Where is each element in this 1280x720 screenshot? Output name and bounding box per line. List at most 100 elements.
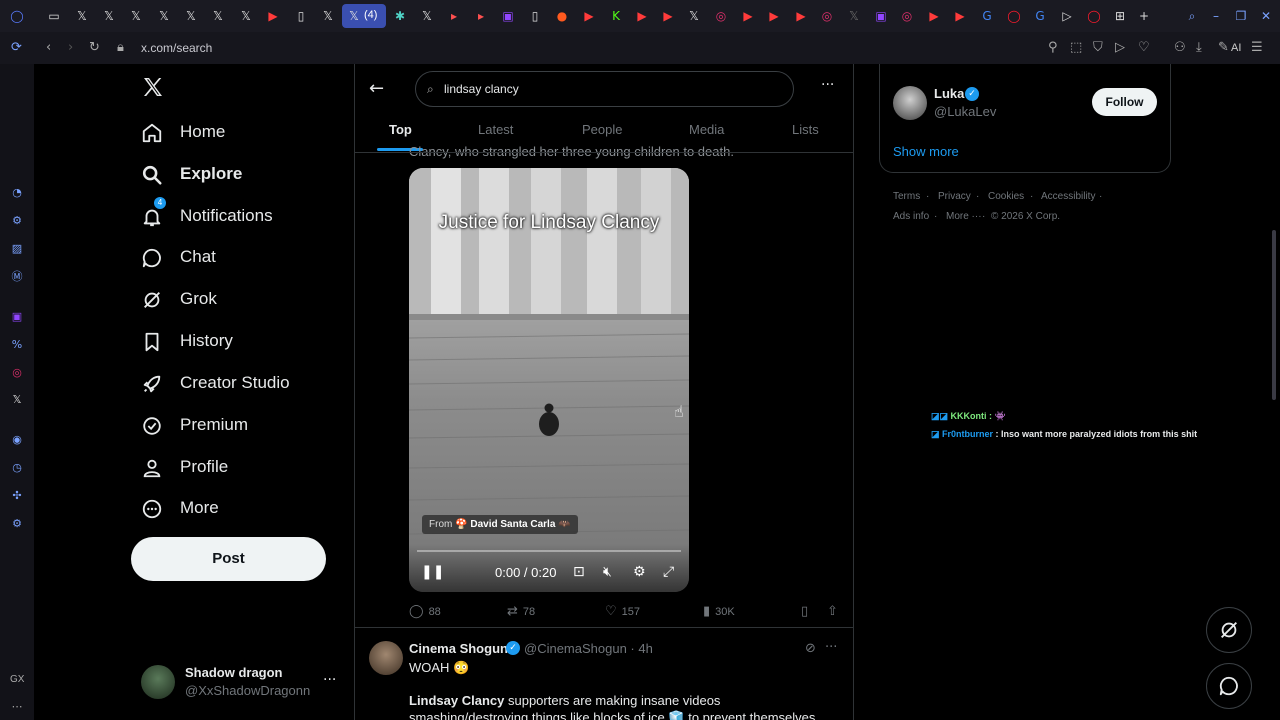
restore-icon[interactable]: ❐ <box>1233 8 1249 24</box>
youtube-tab-icon[interactable]: ▶ <box>634 8 650 24</box>
google-tab-icon[interactable]: G <box>1032 8 1048 24</box>
opera-tab-icon[interactable]: ◯ <box>1006 8 1022 24</box>
nav-more[interactable]: More <box>141 492 219 526</box>
video-source-chip[interactable]: From 🍄 David Santa Carla 🦇 <box>422 515 578 534</box>
twitch-sidebar-icon[interactable]: ▣ <box>10 310 24 324</box>
avatar[interactable] <box>893 86 927 120</box>
grok-fab[interactable] <box>1206 607 1252 653</box>
tab-grid-icon[interactable]: ⊞ <box>1112 8 1128 24</box>
new-tab-icon[interactable]: + <box>1136 8 1152 24</box>
ai-label[interactable]: AI <box>1231 42 1241 54</box>
bookmark-button[interactable]: ▯ <box>801 604 813 619</box>
twitch-tab-icon[interactable]: ▣ <box>500 8 516 24</box>
tab-lists[interactable]: Lists <box>792 122 819 137</box>
instagram-tab-icon[interactable]: ◎ <box>819 8 835 24</box>
forward-icon[interactable]: › <box>68 40 73 55</box>
tab-latest[interactable]: Latest <box>478 122 513 137</box>
settings-sidebar-icon[interactable]: ⚙ <box>10 517 24 531</box>
x-tab-icon[interactable]: 𝕏 <box>101 8 117 24</box>
perplexity-tab-icon[interactable]: ✱ <box>392 8 408 24</box>
player-icon[interactable]: ◉ <box>10 433 24 447</box>
extensions-icon[interactable]: ✣ <box>10 489 24 503</box>
account-more-icon[interactable]: ··· <box>323 672 336 688</box>
opera-menu-icon[interactable]: ◯ <box>9 8 25 24</box>
follow-button[interactable]: Follow <box>1092 88 1157 116</box>
search-input[interactable]: ⌕ lindsay clancy <box>415 71 794 107</box>
messenger-icon[interactable]: Ⓜ <box>10 270 24 284</box>
download-icon[interactable]: ⤓ <box>1196 40 1202 55</box>
reddit-tab-icon[interactable]: ● <box>554 8 570 24</box>
account-switcher[interactable]: Shadow dragon @XxShadowDragonn ··· <box>141 662 341 702</box>
footer-cookies[interactable]: Cookies <box>988 191 1024 202</box>
minimize-icon[interactable]: – <box>1208 8 1224 24</box>
x-sidebar-icon[interactable]: 𝕏 <box>10 393 24 407</box>
x-tab-icon[interactable]: 𝕏 <box>686 8 702 24</box>
nav-home[interactable]: Home <box>141 116 225 150</box>
close-window-icon[interactable]: ✕ <box>1258 8 1274 24</box>
send-icon[interactable]: ▷ <box>1115 40 1125 55</box>
tweet-video[interactable]: Justice for Lindsay Clancy From 🍄 David … <box>409 168 689 592</box>
youtube-tab-icon[interactable]: ▶ <box>926 8 942 24</box>
grok-icon[interactable]: ⊘ <box>805 641 816 656</box>
video-progress-bar[interactable] <box>417 550 681 552</box>
x-tab-icon[interactable]: 𝕏 <box>320 8 336 24</box>
suggested-user-name[interactable]: Luka <box>934 86 964 101</box>
opera-tab-icon[interactable]: ◯ <box>1086 8 1102 24</box>
notes-icon[interactable]: ▨ <box>10 242 24 256</box>
bot-icon[interactable]: ⚙ <box>10 214 24 228</box>
post-button[interactable]: Post <box>131 537 326 581</box>
footer-ads-info[interactable]: Ads info <box>893 211 929 222</box>
show-more-link[interactable]: Show more <box>893 144 959 159</box>
repost-button[interactable]: ⇄ 78 <box>507 604 535 619</box>
fullscreen-icon[interactable]: ⤢ <box>663 564 674 580</box>
nav-history[interactable]: History <box>141 325 233 359</box>
reply-button[interactable]: ◯ 88 <box>409 604 441 619</box>
nav-premium[interactable]: Premium <box>141 409 248 443</box>
history-sidebar-icon[interactable]: ◷ <box>10 461 24 475</box>
x-tab-icon[interactable]: 𝕏 <box>74 8 90 24</box>
tweet-more-icon[interactable]: ··· <box>825 640 837 655</box>
x-tab-icon[interactable]: 𝕏 <box>846 8 862 24</box>
doc-tab-icon[interactable]: ▯ <box>293 8 309 24</box>
youtube-tab-icon[interactable]: ▶ <box>660 8 676 24</box>
mute-icon[interactable]: 🔇︎ <box>603 564 612 580</box>
easy-setup-icon[interactable]: ☰ <box>1251 40 1263 55</box>
shield-icon[interactable]: ⛉ <box>1093 40 1103 55</box>
pin-icon[interactable]: ⚲ <box>1048 40 1058 55</box>
x-tab-icon[interactable]: 𝕏 <box>128 8 144 24</box>
instagram-sidebar-icon[interactable]: ◎ <box>10 366 24 380</box>
x-tab-icon[interactable]: 𝕏 <box>238 8 254 24</box>
tab-people[interactable]: People <box>582 122 622 137</box>
share-button[interactable]: ⇧ <box>827 604 843 619</box>
kick-tab-icon[interactable]: K <box>608 8 624 24</box>
gx-label[interactable]: GX <box>10 674 24 685</box>
nav-profile[interactable]: Profile <box>141 451 228 485</box>
youtube-tab-icon[interactable]: ▶ <box>265 8 281 24</box>
doc-tab-icon[interactable]: ▯ <box>527 8 543 24</box>
gamepad-tab-icon[interactable]: ▭ <box>46 8 62 24</box>
settings-icon[interactable]: ⚙ <box>633 564 646 580</box>
x-tab-icon[interactable]: 𝕏 <box>210 8 226 24</box>
heart-icon[interactable]: ♡ <box>1138 40 1150 55</box>
twitch-tab-icon[interactable]: ▣ <box>873 8 889 24</box>
tweet-author-handle[interactable]: @CinemaShogun · 4h <box>524 641 653 656</box>
instagram-tab-icon[interactable]: ◎ <box>713 8 729 24</box>
snapshot-icon[interactable]: ⬚ <box>1070 40 1082 55</box>
footer-accessibility[interactable]: Accessibility <box>1041 191 1095 202</box>
search-tabs-icon[interactable]: ⌕ <box>1184 8 1200 24</box>
url-field[interactable]: x.com/search <box>141 41 212 55</box>
shortcut-tab-icon[interactable]: ▸ <box>473 8 489 24</box>
sync-icon[interactable]: ⟳ <box>11 40 22 55</box>
nav-notifications[interactable]: 4 Notifications <box>141 197 273 234</box>
discount-icon[interactable]: % <box>10 338 24 352</box>
tab-top[interactable]: Top <box>389 122 412 137</box>
youtube-tab-icon[interactable]: ▶ <box>581 8 597 24</box>
sidebar-more-icon[interactable]: ⋯ <box>10 700 24 714</box>
youtube-tab-icon[interactable]: ▶ <box>740 8 756 24</box>
youtube-tab-icon[interactable]: ▶ <box>793 8 809 24</box>
profile-icon[interactable]: ⚇ <box>1174 40 1186 55</box>
like-button[interactable]: ♡ 157 <box>605 604 640 619</box>
back-icon[interactable]: ‹ <box>46 40 51 55</box>
back-arrow-icon[interactable]: ← <box>369 78 384 99</box>
shortcut-tab-icon[interactable]: ▸ <box>446 8 462 24</box>
